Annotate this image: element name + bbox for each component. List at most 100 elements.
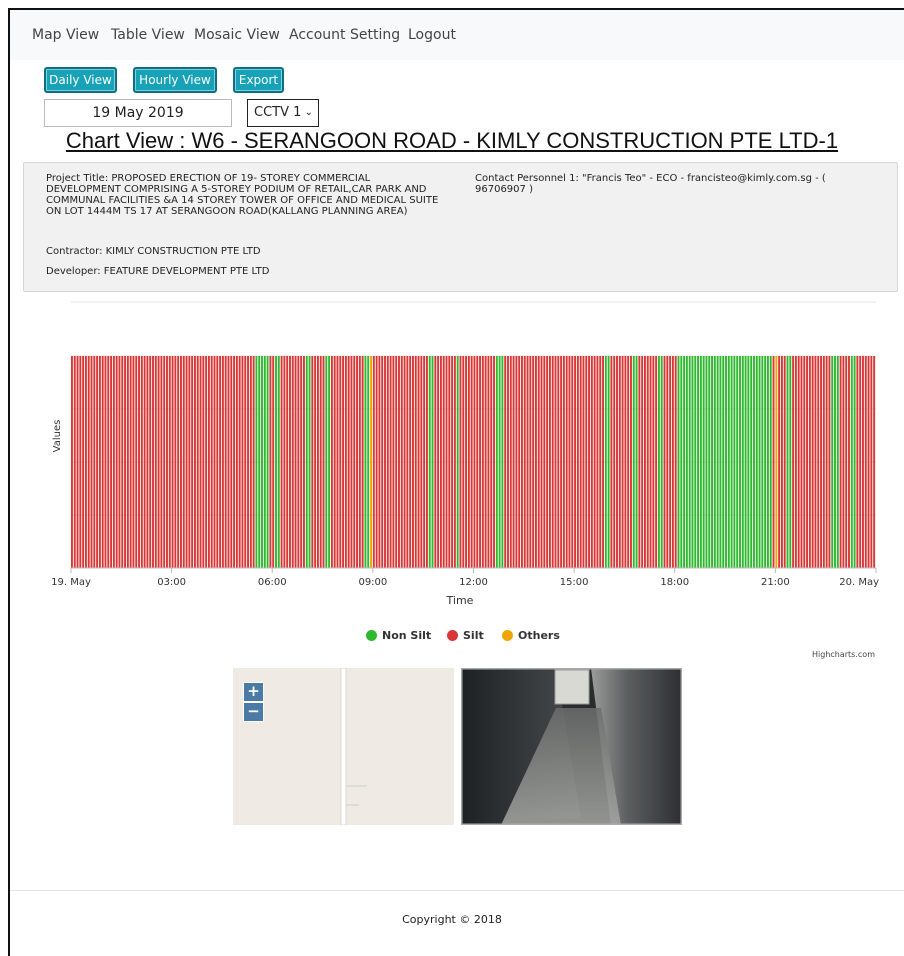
x-axis-title: Time [446, 594, 474, 607]
bar-silt [565, 356, 568, 568]
bar-non-silt [747, 356, 750, 568]
bar-silt [638, 356, 641, 568]
bar-silt [316, 356, 319, 568]
bar-silt [361, 356, 364, 568]
bar-silt [646, 356, 649, 568]
bar-silt [543, 356, 546, 568]
bar-silt [794, 356, 797, 568]
x-tick-label: 15:00 [560, 577, 589, 588]
bar-silt [417, 356, 420, 568]
hourly-view-button[interactable]: Hourly View [133, 67, 217, 93]
bar-others [775, 356, 778, 568]
bar-silt [93, 356, 96, 568]
bar-silt [618, 356, 621, 568]
bar-non-silt [727, 356, 730, 568]
bar-silt [420, 356, 423, 568]
cctv-snapshot[interactable] [461, 668, 682, 825]
nav-mosaic-view[interactable]: Mosaic View [194, 27, 280, 43]
bar-silt [442, 356, 445, 568]
bar-silt [862, 356, 864, 568]
bar-silt [808, 356, 811, 568]
bar-non-silt [431, 356, 434, 568]
bar-silt [487, 356, 490, 568]
bar-silt [112, 356, 115, 568]
bar-non-silt [261, 356, 263, 568]
bar-non-silt [711, 356, 713, 568]
bar-non-silt [853, 356, 856, 568]
daily-view-button[interactable]: Daily View [44, 67, 117, 93]
bar-silt [180, 356, 182, 568]
bar-silt [820, 356, 822, 568]
bar-silt [403, 356, 406, 568]
bar-non-silt [498, 356, 501, 568]
bar-non-silt [275, 356, 277, 568]
bar-silt [641, 356, 644, 568]
bar-silt [163, 356, 166, 568]
bar-silt [196, 356, 199, 568]
bar-silt [806, 356, 809, 568]
nav-map-view[interactable]: Map View [32, 27, 99, 43]
zoom-out-button[interactable]: − [243, 702, 264, 722]
bar-silt [152, 356, 154, 568]
bar-non-silt [683, 356, 686, 568]
legend-silt[interactable]: Silt [447, 628, 484, 642]
nav-account-setting[interactable]: Account Setting [289, 27, 400, 43]
bar-silt [378, 356, 381, 568]
bar-silt [649, 356, 652, 568]
bar-silt [479, 356, 481, 568]
bar-silt [484, 356, 487, 568]
date-field[interactable]: 19 May 2019 [44, 99, 232, 127]
bar-silt [616, 356, 618, 568]
bar-silt [864, 356, 867, 568]
bar-silt [191, 356, 194, 568]
highcharts-credits[interactable]: Highcharts.com [812, 650, 875, 659]
bar-non-silt [708, 356, 711, 568]
bar-silt [655, 356, 658, 568]
bar-silt [121, 356, 124, 568]
bar-silt [848, 356, 850, 568]
legend-others[interactable]: Others [502, 628, 560, 642]
nav-logout[interactable]: Logout [408, 27, 456, 43]
bar-silt [621, 356, 624, 568]
legend-non-silt-dot [366, 629, 377, 641]
cctv-image [461, 668, 682, 825]
chevron-down-icon: ⌄ [304, 107, 313, 118]
bar-silt [205, 356, 208, 568]
legend-others-label: Others [518, 628, 560, 642]
camera-select[interactable]: CCTV 1 ⌄ [247, 99, 319, 127]
bar-non-silt [607, 356, 610, 568]
bar-silt [666, 356, 669, 568]
bar-non-silt [744, 356, 747, 568]
bar-silt [146, 356, 149, 568]
bar-silt [582, 356, 585, 568]
bar-silt [437, 356, 440, 568]
bar-silt [84, 356, 87, 568]
bar-silt [521, 356, 523, 568]
bar-silt [792, 356, 795, 568]
bar-others [370, 356, 372, 568]
footer-copyright: Copyright © 2018 [402, 913, 502, 926]
bar-silt [87, 356, 90, 568]
x-tick-label: 09:00 [358, 577, 387, 588]
bar-silt [386, 356, 389, 568]
bar-silt [124, 356, 127, 568]
legend-others-dot [502, 629, 513, 641]
bar-silt [507, 356, 509, 568]
bar-silt [207, 356, 210, 568]
bar-silt [414, 356, 417, 568]
bar-silt [154, 356, 157, 568]
zoom-in-button[interactable]: + [243, 682, 264, 702]
legend-non-silt-label: Non Silt [382, 628, 432, 642]
bar-non-silt [325, 356, 328, 568]
location-map[interactable]: + − [233, 668, 454, 825]
bar-silt [344, 356, 347, 568]
bar-silt [79, 356, 82, 568]
bar-non-silt [428, 356, 431, 568]
nav-table-view[interactable]: Table View [111, 27, 185, 43]
bar-silt [129, 356, 132, 568]
bar-silt [476, 356, 479, 568]
page-title: Chart View : W6 - SERANGOON ROAD - KIMLY… [65, 128, 839, 153]
export-button[interactable]: Export [233, 67, 284, 93]
legend-non-silt[interactable]: Non Silt [366, 628, 431, 642]
bar-silt [512, 356, 515, 568]
